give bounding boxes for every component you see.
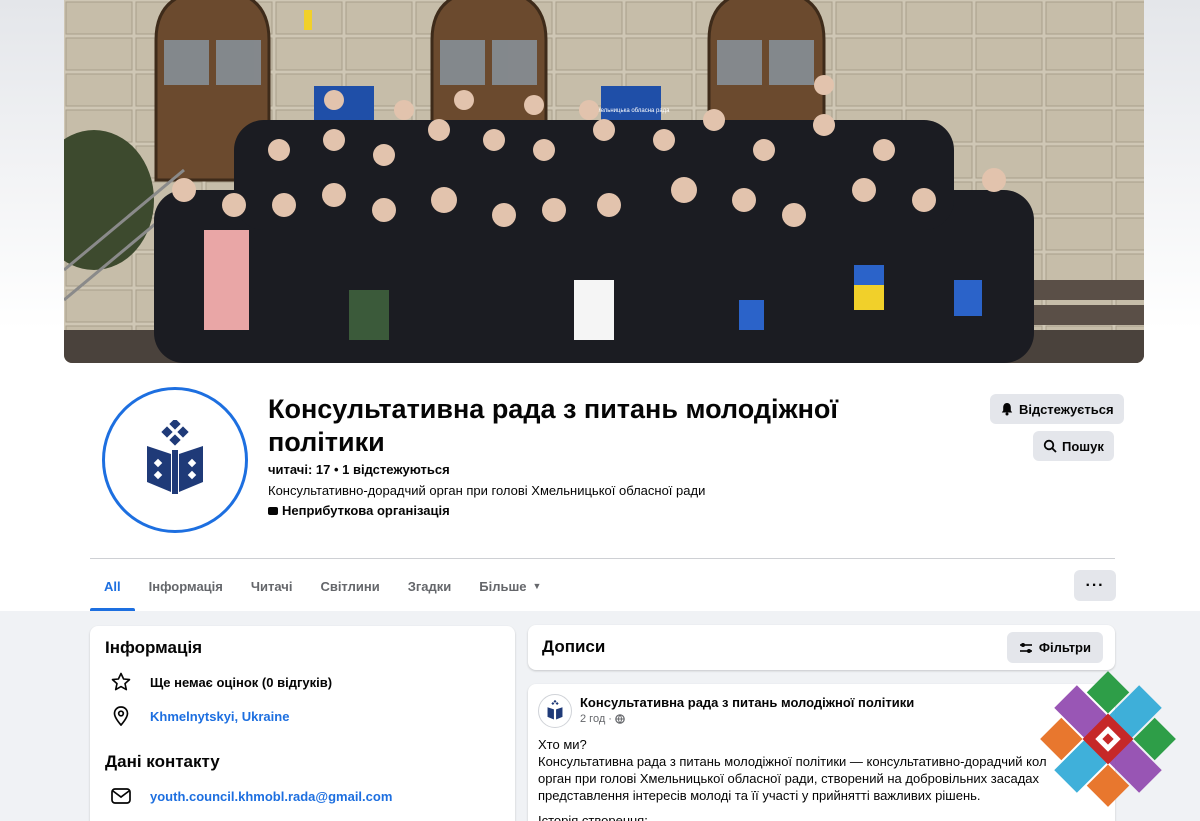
tab-photos[interactable]: Світлини [306, 561, 393, 611]
map-pin-icon [110, 705, 132, 727]
caret-down-icon: ▼ [532, 581, 542, 591]
page-description: Консультативно-дорадчий орган при голові… [268, 483, 706, 498]
category-icon [268, 506, 278, 515]
bell-icon [1001, 403, 1013, 416]
page-logo-icon [147, 420, 203, 494]
post-meta: 2 год · [580, 713, 625, 725]
meta-separator: · [608, 713, 612, 725]
tab-followers-label: Читачі [250, 578, 293, 594]
sliders-icon [1019, 642, 1032, 653]
location-row: Khmelnytskyi, Ukraine [110, 705, 289, 727]
star-icon [110, 671, 132, 693]
page-title: Консультативна рада з питань молодіжної … [268, 394, 839, 457]
info-heading: Інформація [105, 638, 203, 657]
post-line: Історія створення: [538, 813, 648, 821]
more-options-label: ··· [1085, 576, 1105, 594]
globe-icon [615, 714, 625, 724]
post-card: Консультативна рада з питань молодіжної … [528, 684, 1115, 821]
tab-followers[interactable]: Читачі [237, 561, 307, 611]
post-body: Хто ми? Консультативна рада з питань мол… [538, 736, 1108, 821]
cover-sign-text: Хмельницька обласна рада [592, 108, 670, 114]
tab-info[interactable]: Інформація [135, 561, 237, 611]
profile-header: Хмельницька обласна рада Консультативна … [0, 0, 1200, 611]
posts-heading: Дописи [542, 637, 606, 656]
tab-all-label: All [104, 578, 121, 594]
tab-more-label: Більше [479, 578, 527, 594]
filters-button-label: Фільтри [1038, 640, 1091, 655]
info-card: Інформація Ще немає оцінок (0 відгуків) … [90, 626, 515, 821]
location-link[interactable]: Khmelnytskyi, Ukraine [150, 709, 289, 724]
filters-button[interactable]: Фільтри [1006, 632, 1103, 663]
email-link[interactable]: youth.council.khmobl.rada@gmail.com [150, 789, 392, 804]
cover-photo[interactable]: Хмельницька обласна рада [64, 0, 1144, 363]
mail-icon [110, 785, 132, 807]
post-line: орган при голові Хмельницької обласної р… [538, 771, 1040, 786]
rating-text: Ще немає оцінок (0 відгуків) [150, 674, 333, 690]
page-avatar[interactable] [102, 387, 248, 533]
contact-heading: Дані контакту [105, 752, 220, 771]
post-time[interactable]: 2 год [580, 713, 605, 725]
post-line: представлення інтересів молоді та її уча… [538, 788, 981, 803]
search-icon [1043, 439, 1057, 453]
post-author-avatar[interactable] [538, 694, 572, 728]
header-divider [90, 558, 1115, 559]
follow-button-label: Відстежується [1019, 401, 1114, 417]
page-tabs: All Інформація Читачі Світлини Згадки Бі… [90, 561, 555, 611]
follow-button[interactable]: Відстежується [990, 394, 1124, 424]
search-button[interactable]: Пошук [1033, 431, 1114, 461]
more-options-button[interactable]: ··· [1074, 570, 1116, 601]
tab-mentions[interactable]: Згадки [394, 561, 466, 611]
page-logo-icon [547, 700, 563, 720]
page-category-label: Неприбуткова організація [282, 503, 450, 518]
search-button-label: Пошук [1062, 438, 1104, 454]
tab-info-label: Інформація [148, 578, 223, 594]
rating-row: Ще немає оцінок (0 відгуків) [110, 671, 332, 693]
email-row: youth.council.khmobl.rada@gmail.com [110, 785, 392, 807]
tab-photos-label: Світлини [320, 578, 380, 594]
post-author-name[interactable]: Консультативна рада з питань молодіжної … [580, 695, 914, 710]
post-line: Консультативна рада з питань молодіжної … [538, 754, 1047, 769]
page-stats[interactable]: читачі: 17 • 1 відстежуються [268, 462, 450, 477]
embroidery-logo-icon [1040, 671, 1176, 807]
tab-more[interactable]: Більше ▼ [465, 561, 555, 611]
page-category: Неприбуткова організація [268, 503, 450, 518]
post-line [538, 804, 1108, 812]
tab-all[interactable]: All [90, 561, 135, 611]
post-line: Хто ми? [538, 737, 587, 752]
posts-header-card: Дописи Фільтри [528, 625, 1115, 670]
tab-mentions-label: Згадки [407, 578, 452, 594]
cover-photo-image: Хмельницька обласна рада [64, 0, 1144, 363]
